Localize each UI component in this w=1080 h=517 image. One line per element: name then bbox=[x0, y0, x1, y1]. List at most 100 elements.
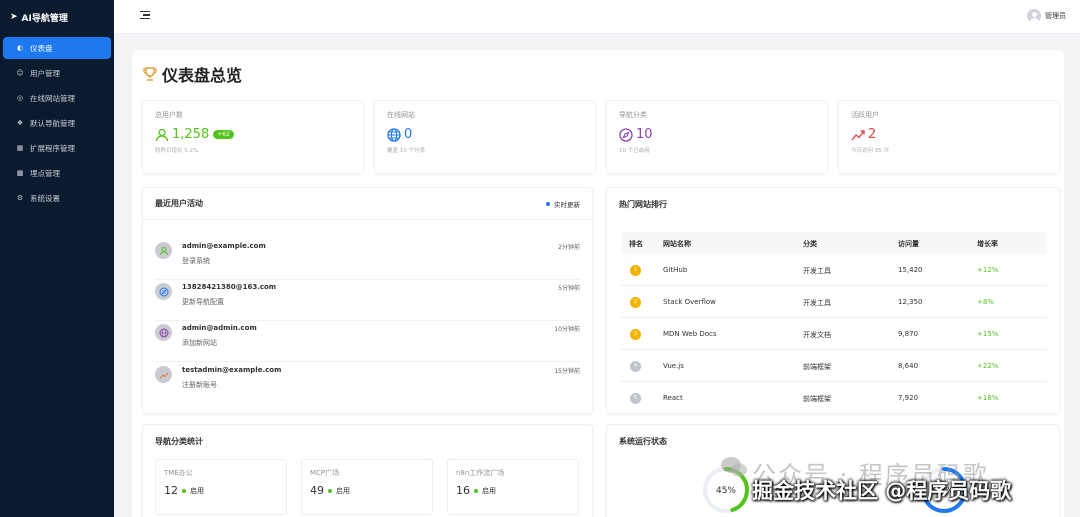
status-dot-icon bbox=[182, 488, 186, 493]
nav-category-count: 16 bbox=[456, 484, 470, 497]
stat-value: 2 bbox=[868, 127, 877, 142]
avatar bbox=[155, 324, 172, 341]
system-status-title: 系统运行状态 bbox=[619, 436, 667, 446]
activity-card: 最近用户活动 实时更新 admin@example.com 登录系统 2分钟前 bbox=[142, 187, 593, 414]
user-icon bbox=[155, 128, 169, 141]
site-category: 前端框架 bbox=[803, 395, 831, 403]
site-name: MDN Web Docs bbox=[663, 330, 717, 338]
stat-sub: 今日访问 35 次 bbox=[851, 148, 889, 154]
site-category: 前端框架 bbox=[803, 363, 831, 371]
avatar bbox=[155, 283, 172, 300]
stat-card-online-sites: 在线网站 0 覆盖 10 个分类 bbox=[374, 100, 596, 174]
nav-category-count: 12 bbox=[164, 484, 178, 497]
stat-value: 0 bbox=[404, 127, 413, 142]
compass-icon bbox=[619, 127, 633, 142]
site-growth: +8% bbox=[977, 298, 994, 306]
nav-category-status: 启用 bbox=[190, 486, 204, 495]
nav-category-name: MCP广场 bbox=[310, 469, 340, 477]
sidebar-item-label: 扩展程序管理 bbox=[30, 143, 75, 153]
compass-icon bbox=[159, 287, 168, 296]
site-visits: 9,870 bbox=[898, 330, 919, 338]
sidebar-item-label: 在线网站管理 bbox=[30, 93, 75, 103]
sidebar-item-label: 系统设置 bbox=[30, 193, 60, 203]
site-growth: +12% bbox=[977, 266, 999, 274]
user-icon: ☺ bbox=[16, 69, 24, 77]
activity-desc: 更新导航配置 bbox=[182, 298, 224, 306]
site-visits: 7,920 bbox=[898, 394, 919, 402]
menu-toggle-icon[interactable] bbox=[140, 11, 150, 21]
avatar bbox=[1027, 9, 1041, 23]
user-menu[interactable]: 管理员 bbox=[1027, 9, 1066, 23]
sidebar-item-label: 默认导航管理 bbox=[30, 118, 75, 128]
username: 管理员 bbox=[1045, 12, 1066, 20]
rank-badge: 5 bbox=[630, 393, 641, 404]
status-dot-icon bbox=[328, 488, 332, 493]
list-item[interactable]: admin@admin.com 添加新网站 10分钟前 bbox=[155, 322, 580, 362]
column-header-rank: 排名 bbox=[629, 240, 643, 248]
sidebar-item-users[interactable]: ☺ 用户管理 bbox=[3, 62, 111, 84]
activity-desc: 添加新网站 bbox=[182, 339, 217, 347]
site-category: 开发工具 bbox=[803, 299, 831, 307]
sidebar-item-extensions[interactable]: ▦ 扩展程序管理 bbox=[3, 137, 111, 159]
activity-desc: 登录系统 bbox=[182, 257, 210, 265]
wechat-icon bbox=[721, 457, 747, 477]
activity-time: 2分钟前 bbox=[558, 244, 580, 251]
nav-category-box[interactable]: TME办公 12 启用 bbox=[155, 459, 287, 515]
activity-time: 5分钟前 bbox=[558, 285, 580, 292]
app-logo[interactable]: ➤ AI导航管理 bbox=[0, 0, 114, 34]
sidebar-item-tracking[interactable]: ▩ 埋点管理 bbox=[3, 162, 111, 184]
page-title-text: 仪表盘总览 bbox=[162, 66, 243, 85]
avatar bbox=[155, 242, 172, 259]
column-header-visits: 访问量 bbox=[898, 240, 919, 248]
sidebar-item-settings[interactable]: ⚙ 系统设置 bbox=[3, 187, 111, 209]
stat-value: 1,258 bbox=[172, 127, 210, 142]
stat-card-total-users: 总用户数 1,258 +62 较昨日增长 5.2% bbox=[142, 100, 364, 174]
site-growth: +15% bbox=[977, 330, 999, 338]
realtime-label: 实时更新 bbox=[554, 200, 580, 209]
sidebar-menu: ◐ 仪表盘 ☺ 用户管理 ◎ 在线网站管理 ❖ 默认导航管理 ▦ 扩展程序管理 … bbox=[0, 34, 114, 209]
table-row[interactable]: 2 Stack Overflow 开发工具 12,350 +8% bbox=[621, 286, 1047, 318]
table-row[interactable]: 3 MDN Web Docs 开发文档 9,870 +15% bbox=[621, 318, 1047, 350]
stat-value: 10 bbox=[636, 127, 653, 142]
site-category: 开发文档 bbox=[803, 331, 831, 339]
list-item[interactable]: testadmin@example.com 注册新账号 15分钟前 bbox=[155, 364, 580, 404]
nav-category-box[interactable]: MCP广场 49 启用 bbox=[301, 459, 433, 515]
page-title: 仪表盘总览 bbox=[142, 62, 242, 86]
activity-user: 13828421380@163.com bbox=[182, 283, 277, 291]
rank-badge: 1 bbox=[630, 265, 641, 276]
stat-label: 导航分类 bbox=[619, 111, 647, 119]
stat-badge: +62 bbox=[213, 130, 234, 139]
rank-badge: 2 bbox=[630, 297, 641, 308]
table-row[interactable]: 1 GitHub 开发工具 15,420 +12% bbox=[621, 254, 1047, 286]
stat-sub: 10 个已启用 bbox=[619, 148, 650, 154]
nav-category-name: TME办公 bbox=[164, 469, 193, 477]
sidebar-item-dashboard[interactable]: ◐ 仪表盘 bbox=[3, 37, 111, 59]
list-item[interactable]: 13828421380@163.com 更新导航配置 5分钟前 bbox=[155, 281, 580, 321]
nav-category-status: 启用 bbox=[336, 486, 350, 495]
site-category: 开发工具 bbox=[803, 267, 831, 275]
gauge-label: 45% bbox=[716, 486, 736, 496]
table-row[interactable]: 4 Vue.js 前端框架 8,640 +22% bbox=[621, 350, 1047, 382]
stat-label: 总用户数 bbox=[155, 111, 183, 119]
activity-time: 15分钟前 bbox=[554, 368, 580, 375]
nav-category-name: n8n工作流广场 bbox=[456, 469, 505, 477]
nav-category-box[interactable]: n8n工作流广场 16 启用 bbox=[447, 459, 579, 515]
stat-card-active-users: 活跃用户 2 今日访问 35 次 bbox=[838, 100, 1060, 174]
gear-icon: ⚙ bbox=[16, 194, 24, 202]
site-visits: 15,420 bbox=[898, 266, 923, 274]
sidebar-item-sites[interactable]: ◎ 在线网站管理 bbox=[3, 87, 111, 109]
table-row[interactable]: 5 React 前端框架 7,920 +18% bbox=[621, 382, 1047, 414]
activity-time: 10分钟前 bbox=[554, 326, 580, 333]
sidebar-item-default-nav[interactable]: ❖ 默认导航管理 bbox=[3, 112, 111, 134]
globe-icon bbox=[159, 328, 168, 337]
column-header-category: 分类 bbox=[803, 240, 817, 248]
list-item[interactable]: admin@example.com 登录系统 2分钟前 bbox=[155, 240, 580, 280]
ranking-card: 热门网站排行 排名 网站名称 分类 访问量 增长率 1 GitHub 开发工具 … bbox=[606, 187, 1060, 414]
trend-icon bbox=[851, 129, 865, 140]
activity-user: admin@admin.com bbox=[182, 324, 257, 332]
nav-category-count: 49 bbox=[310, 484, 324, 497]
site-growth: +18% bbox=[977, 394, 999, 402]
stat-sub: 较昨日增长 5.2% bbox=[155, 148, 199, 154]
stat-card-nav-categories: 导航分类 10 10 个已启用 bbox=[606, 100, 828, 174]
stat-label: 在线网站 bbox=[387, 111, 415, 119]
